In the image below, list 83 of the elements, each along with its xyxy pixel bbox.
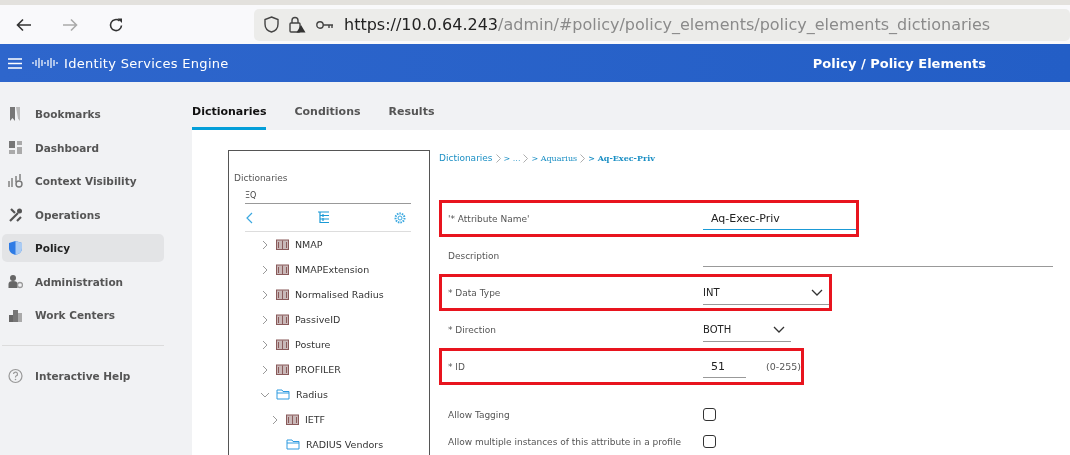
input-field[interactable]: 51 — [703, 355, 746, 378]
chevron-right-icon[interactable] — [262, 339, 268, 350]
tree-item[interactable]: NMAPExtension — [234, 257, 429, 282]
checkbox[interactable] — [703, 435, 716, 448]
key-icon — [316, 19, 334, 30]
sidebar-item[interactable]: Operations — [2, 200, 164, 229]
tree-view-icon[interactable] — [317, 211, 330, 224]
chevron-down-icon — [773, 325, 785, 333]
buildings-icon — [8, 307, 23, 323]
back-arrow-icon[interactable] — [16, 17, 32, 32]
wrench-screwdriver-icon — [8, 206, 23, 223]
chevron-left-icon[interactable] — [245, 211, 253, 224]
field-label: Description — [448, 250, 501, 261]
sidebar-item[interactable]: Administration — [2, 267, 164, 296]
chart-eye-icon — [8, 173, 23, 189]
checkbox[interactable] — [703, 408, 716, 421]
chevron-down-icon[interactable] — [260, 391, 270, 398]
sidebar-item[interactable]: Interactive Help — [2, 361, 164, 390]
breadcrumb-link[interactable]: > Aquarius — [531, 153, 578, 163]
page-title: Policy / Policy Elements — [812, 55, 986, 71]
shield-icon — [8, 240, 23, 256]
search-field[interactable]: ΞQ — [245, 188, 411, 204]
dashboard-icon — [8, 139, 23, 156]
sidebar-item[interactable]: Context Visibility — [2, 167, 164, 195]
field-label: Allow multiple instances of this attribute in a profile — [448, 436, 682, 447]
tree-item[interactable]: Radius — [234, 382, 429, 407]
chevron-down-icon — [811, 288, 823, 296]
sidebar-item[interactable]: Dashboard — [2, 133, 164, 162]
lock-warning-icon — [289, 16, 306, 33]
book-icon — [276, 364, 289, 375]
settings-icon[interactable] — [394, 211, 406, 224]
help-icon — [8, 367, 23, 384]
tree-item[interactable]: PROFILER — [234, 357, 429, 382]
tab[interactable]: Results — [388, 105, 435, 130]
sidebar-item[interactable]: Policy — [2, 234, 164, 262]
field-label: * Direction — [448, 324, 498, 335]
field-label: Allow Tagging — [448, 409, 511, 420]
tab[interactable]: Dictionaries — [192, 105, 267, 130]
book-icon — [276, 289, 289, 300]
book-icon — [286, 414, 299, 425]
tree-item[interactable]: NMAP — [234, 232, 429, 257]
tree-item[interactable]: RADIUS Vendors — [234, 432, 429, 455]
tree-item[interactable]: PassiveID — [234, 307, 429, 332]
dropdown[interactable]: INT — [703, 280, 829, 305]
tab[interactable]: Conditions — [294, 105, 361, 130]
book-icon — [276, 314, 289, 325]
book-icon — [276, 264, 289, 275]
folder-icon — [276, 389, 290, 400]
bookmark-icon — [8, 106, 23, 122]
chevron-right-icon[interactable] — [262, 264, 268, 275]
menu-icon[interactable] — [8, 57, 22, 69]
app-title: Identity Services Engine — [64, 55, 230, 71]
chevron-right-icon[interactable] — [262, 289, 268, 300]
sidebar-item[interactable]: Bookmarks — [2, 100, 164, 128]
book-icon — [276, 339, 289, 350]
folder-icon — [286, 439, 300, 450]
field-label: * Data Type — [448, 287, 502, 298]
breadcrumb-link[interactable]: > ... — [503, 153, 521, 163]
field-label: '* Attribute Name' — [448, 213, 531, 224]
chevron-right-icon[interactable] — [262, 364, 268, 375]
chevron-right-icon — [580, 153, 586, 163]
chevron-right-icon — [523, 153, 529, 163]
panel-title: Dictionaries — [234, 173, 288, 183]
forward-arrow-icon[interactable] — [62, 17, 78, 32]
range-hint: (0-255) — [766, 361, 802, 372]
sidebar-item[interactable]: Work Centers — [2, 301, 164, 329]
chevron-right-icon — [495, 153, 501, 163]
chevron-right-icon[interactable] — [262, 239, 268, 250]
tree-item[interactable]: IETF — [234, 407, 429, 432]
shield-icon — [264, 16, 279, 33]
dropdown[interactable]: BOTH — [703, 317, 791, 342]
book-icon — [276, 239, 289, 250]
logo-bars-icon — [32, 58, 58, 68]
breadcrumb-link[interactable]: Dictionaries — [439, 153, 493, 163]
field-label: * ID — [448, 361, 466, 372]
tree-item[interactable]: Normalised Radius — [234, 282, 429, 307]
tree-item[interactable]: Posture — [234, 332, 429, 357]
chevron-right-icon[interactable] — [272, 414, 278, 425]
chevron-right-icon[interactable] — [262, 314, 268, 325]
input-field[interactable]: Aq-Exec-Priv — [703, 207, 856, 230]
breadcrumb-link[interactable]: > Aq-Exec-Priv — [588, 153, 655, 163]
reload-icon[interactable] — [108, 16, 124, 33]
person-gear-icon — [8, 273, 23, 290]
